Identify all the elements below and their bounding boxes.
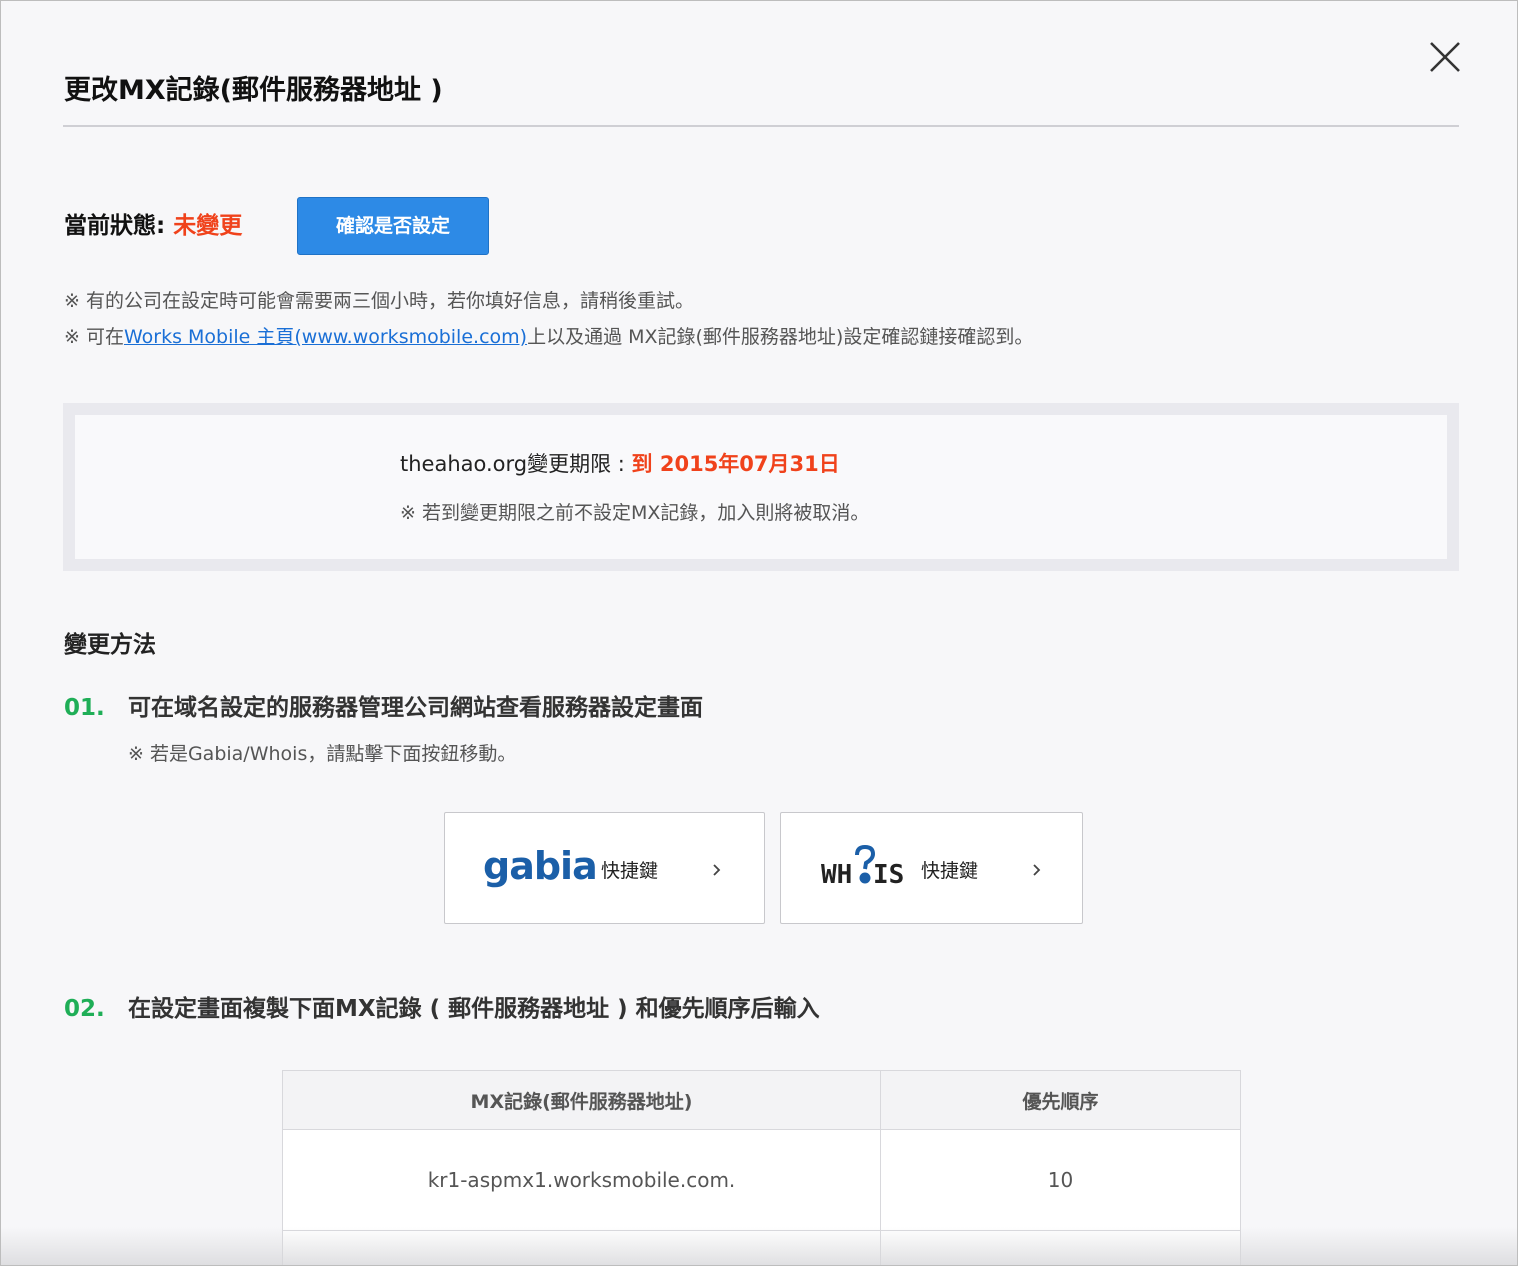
column-header-priority: 優先順序 xyxy=(880,1070,1241,1130)
step-1-text: 可在域名設定的服務器管理公司網站查看服務器設定畫面 xyxy=(128,695,703,721)
current-status: 當前狀態: 未變更 xyxy=(64,208,242,244)
svg-text:IS: IS xyxy=(873,860,904,890)
chevron-right-icon xyxy=(713,864,721,876)
mx-record-cell[interactable]: kr1-aspmx1.worksmobile.com. xyxy=(282,1129,881,1231)
status-label: 當前狀態: xyxy=(64,213,174,239)
deadline-box: theahao.org變更期限 : 到 2015年07月31日 ※ 若到變更期限… xyxy=(63,403,1459,571)
step-1-number: 01. xyxy=(64,695,105,721)
chevron-right-icon xyxy=(1033,864,1041,876)
note-1: ※ 有的公司在設定時可能會需要兩三個小時，若你填好信息，請稍後重試。 xyxy=(64,290,694,312)
table-header-row: MX記錄(郵件服務器地址) 優先順序 xyxy=(282,1070,1241,1130)
mx-record-dialog: 更改MX記錄(郵件服務器地址 ) 當前狀態: 未變更 確認是否設定 ※ 有的公司… xyxy=(0,0,1518,1266)
priority-cell[interactable]: 10 xyxy=(880,1129,1241,1231)
deadline-domain-label: theahao.org變更期限 : xyxy=(400,452,632,476)
method-heading: 變更方法 xyxy=(64,632,156,658)
note-2: ※ 可在Works Mobile 主頁(www.worksmobile.com)… xyxy=(64,319,1033,355)
scroll-fade xyxy=(1,1227,1517,1265)
note-2-suffix: 上以及通過 MX記錄(郵件服務器地址)設定確認鏈接確認到。 xyxy=(527,326,1034,348)
step-1: 01. 可在域名設定的服務器管理公司網站查看服務器設定畫面 xyxy=(64,690,703,726)
step-1-note: ※ 若是Gabia/Whois，請點擊下面按鈕移動。 xyxy=(128,743,517,765)
table-row: kr1-aspmx1.worksmobile.com. 10 xyxy=(282,1129,1241,1231)
step-2-number: 02. xyxy=(64,996,105,1022)
deadline-box-inner: theahao.org變更期限 : 到 2015年07月31日 ※ 若到變更期限… xyxy=(75,415,1447,559)
notes: ※ 有的公司在設定時可能會需要兩三個小時，若你填好信息，請稍後重試。 ※ 可在W… xyxy=(64,283,1033,355)
deadline-note: ※ 若到變更期限之前不設定MX記錄，加入則將被取消。 xyxy=(400,502,870,524)
deadline-line: theahao.org變更期限 : 到 2015年07月31日 xyxy=(400,447,840,481)
svg-text:WH: WH xyxy=(821,860,852,890)
whois-logo: WH IS xyxy=(821,843,917,903)
gabia-shortcut-button[interactable]: gabia. 快捷鍵 xyxy=(444,812,765,924)
close-button[interactable] xyxy=(1427,39,1463,75)
works-mobile-link[interactable]: Works Mobile 主頁(www.worksmobile.com) xyxy=(124,326,527,348)
dialog-title: 更改MX記錄(郵件服務器地址 ) xyxy=(64,75,443,106)
close-icon xyxy=(1430,42,1460,72)
check-setting-button[interactable]: 確認是否設定 xyxy=(297,197,489,255)
column-header-mx-record: MX記錄(郵件服務器地址) xyxy=(282,1070,881,1130)
step-2-text: 在設定畫面複製下面MX記錄 ( 郵件服務器地址 ) 和優先順序后輸入 xyxy=(128,996,820,1022)
step-2: 02. 在設定畫面複製下面MX記錄 ( 郵件服務器地址 ) 和優先順序后輸入 xyxy=(64,991,820,1027)
note-2-prefix: ※ 可在 xyxy=(64,326,124,348)
deadline-date: 到 2015年07月31日 xyxy=(631,452,840,476)
whois-shortcut-label: 快捷鍵 xyxy=(921,860,979,882)
svg-text:gabia.: gabia. xyxy=(483,844,599,888)
gabia-shortcut-label: 快捷鍵 xyxy=(601,860,659,882)
title-divider xyxy=(63,125,1459,127)
whois-shortcut-button[interactable]: WH IS 快捷鍵 xyxy=(780,812,1083,924)
status-value: 未變更 xyxy=(173,213,243,239)
gabia-logo: gabia. xyxy=(481,843,611,899)
